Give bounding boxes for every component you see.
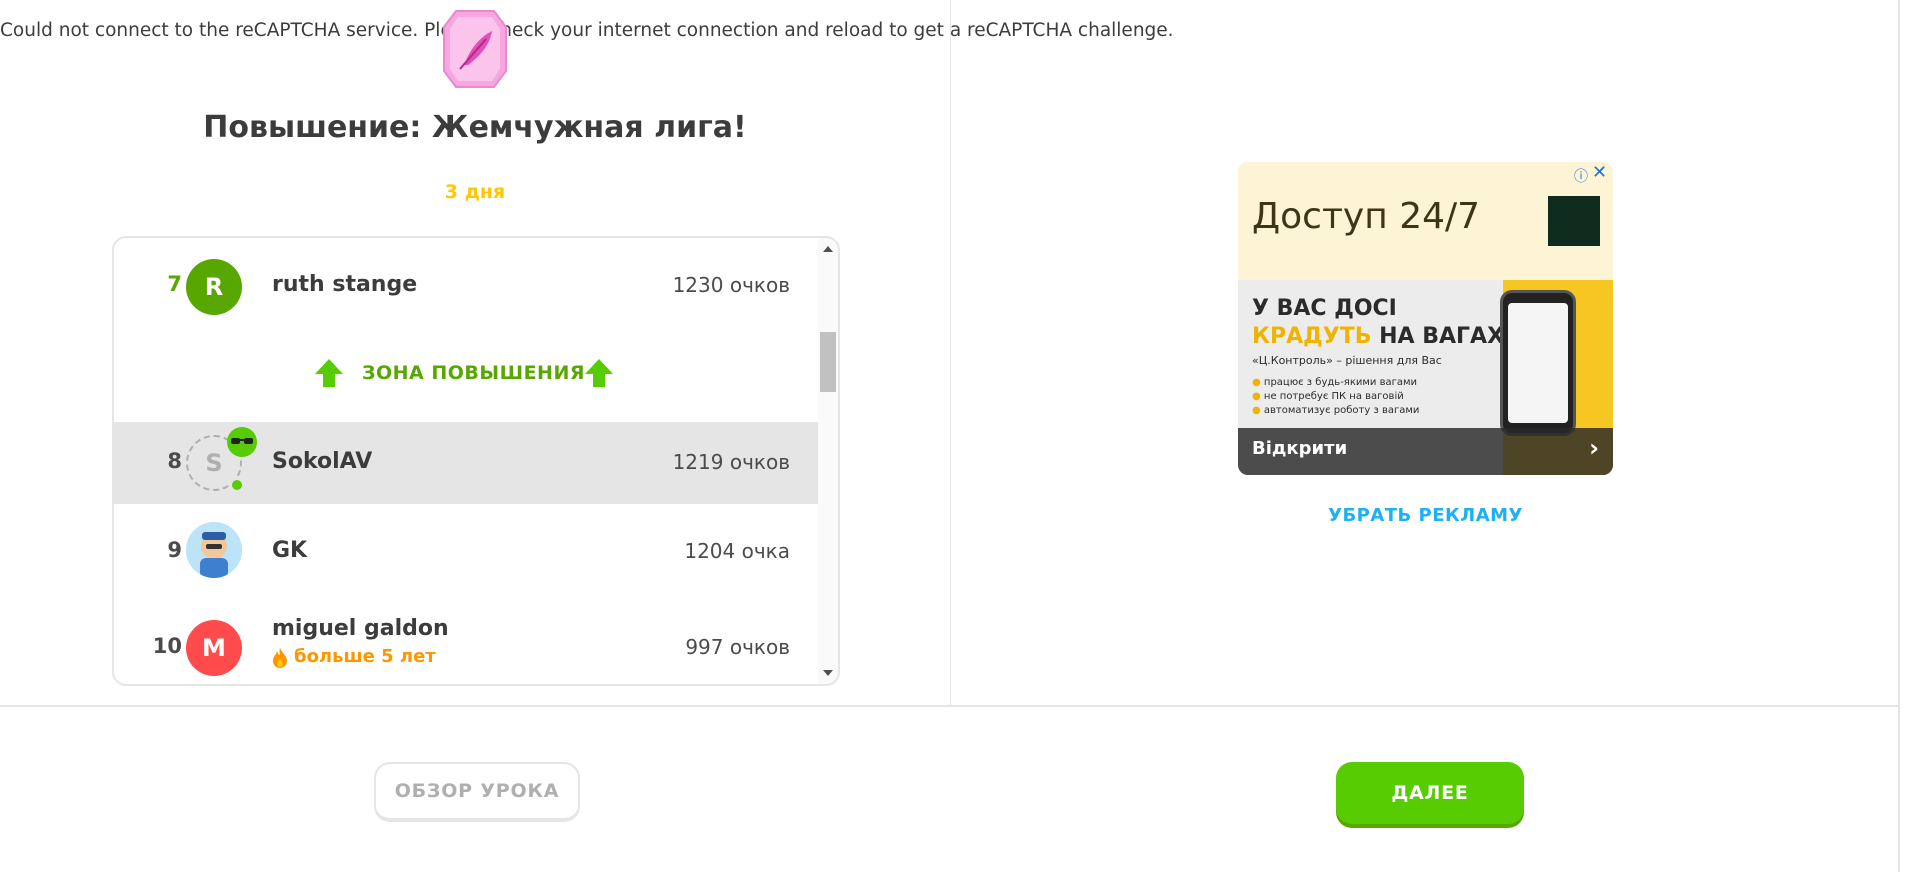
- ad-bullet: не потребує ПК на ваговій: [1252, 390, 1419, 404]
- rank-number: 8: [167, 449, 182, 473]
- chevron-right-icon[interactable]: ›: [1589, 434, 1599, 462]
- streak-flame-icon: [272, 648, 288, 668]
- pearl-league-badge-icon: [443, 10, 507, 88]
- leaderboard-panel[interactable]: 7 R ruth stange 1230 очков ЗОНА ПОВЫШЕНИ…: [112, 236, 840, 686]
- rank-number: 10: [152, 634, 182, 658]
- points: 1219 очков: [672, 450, 790, 474]
- ad-bullet: працює з будь-якими вагами: [1252, 376, 1419, 390]
- avatar-initial: S: [205, 449, 223, 477]
- ad-open-link[interactable]: Відкрити: [1252, 438, 1347, 459]
- avatar[interactable]: M: [186, 620, 242, 676]
- scroll-down-arrow-icon[interactable]: [823, 670, 833, 676]
- avatar-initial: R: [204, 273, 224, 301]
- footer-divider: [0, 705, 1898, 707]
- leaderboard-row[interactable]: 10 M miguel galdon больше 5 лет 997 очко…: [114, 598, 818, 684]
- leaderboard-row[interactable]: 7 R ruth stange 1230 очков: [114, 256, 818, 318]
- points: 1230 очков: [672, 273, 790, 297]
- ad-close-icon[interactable]: ✕: [1592, 162, 1607, 183]
- ad-bullet-list: працює з будь-якими вагами не потребує П…: [1252, 376, 1419, 418]
- ad-text-line3: «Ц.Контроль» – рішення для Вас: [1252, 354, 1442, 367]
- username[interactable]: miguel galdon: [272, 616, 449, 641]
- remove-ads-link[interactable]: УБРАТЬ РЕКЛАМУ: [1238, 505, 1613, 526]
- arrow-up-icon: [315, 359, 343, 387]
- avatar[interactable]: [186, 522, 242, 578]
- duo-sunglasses-icon: [227, 427, 257, 457]
- time-left-label: 3 дня: [444, 181, 506, 203]
- league-promotion-title: Повышение: Жемчужная лига!: [203, 110, 747, 145]
- scroll-up-arrow-icon[interactable]: [823, 246, 833, 252]
- scrollbar-thumb[interactable]: [820, 332, 836, 392]
- points: 997 очков: [685, 635, 790, 659]
- username[interactable]: ruth stange: [272, 272, 417, 297]
- ad-text-line1: У ВАС ДОСІ: [1252, 296, 1397, 321]
- username[interactable]: SokolAV: [272, 449, 372, 474]
- promotion-zone-label: ЗОНА ПОВЫШЕНИЯ: [362, 362, 585, 384]
- arrow-up-icon: [585, 359, 613, 387]
- column-divider: [950, 0, 951, 705]
- streak-label: больше 5 лет: [294, 646, 436, 667]
- avatar[interactable]: R: [186, 259, 242, 315]
- leaderboard-row-current-user[interactable]: 8 S SokolAV 1219 очков: [114, 422, 818, 504]
- leaderboard-scrollbar[interactable]: [818, 238, 838, 684]
- ad-body: У ВАС ДОСІ КРАДУТЬ НА ВАГАХ? «Ц.Контроль…: [1238, 280, 1613, 475]
- online-status-dot: [230, 478, 244, 492]
- points: 1204 очка: [684, 539, 790, 563]
- ad-bullet: автоматизує роботу з вагами: [1252, 404, 1419, 418]
- ad-cta-bar[interactable]: Відкрити ›: [1238, 428, 1613, 475]
- ad-highlight-word: КРАДУТЬ: [1252, 324, 1372, 349]
- ad-text-line2-rest: НА ВАГАХ?: [1371, 324, 1517, 349]
- recaptcha-error-message: Could not connect to the reCAPTCHA servi…: [0, 20, 1174, 41]
- ad-headline: Доступ 24/7: [1252, 196, 1481, 237]
- ad-phone-screen: [1508, 303, 1568, 423]
- page-edge-border: [1898, 0, 1900, 872]
- username[interactable]: GK: [272, 538, 307, 563]
- ad-text-line2: КРАДУТЬ НА ВАГАХ?: [1252, 324, 1517, 349]
- ad-logo-icon: [1548, 196, 1600, 246]
- rank-number: 9: [167, 538, 182, 562]
- continue-button[interactable]: ДАЛЕЕ: [1336, 762, 1524, 824]
- leaderboard-row[interactable]: 9 GK 1204 очка: [114, 504, 818, 598]
- advertisement-banner[interactable]: Доступ 24/7 ⓘ ✕ У ВАС ДОСІ КРАДУТЬ НА ВА…: [1238, 162, 1613, 475]
- avatar-initial: M: [202, 634, 226, 662]
- ad-header-area: Доступ 24/7: [1238, 162, 1613, 280]
- promotion-zone-divider: ЗОНА ПОВЫШЕНИЯ: [114, 358, 818, 402]
- ad-info-icon[interactable]: ⓘ: [1574, 166, 1588, 186]
- rank-number: 7: [167, 272, 182, 296]
- avatar-image-icon: [186, 522, 242, 578]
- leaderboard-rows[interactable]: 7 R ruth stange 1230 очков ЗОНА ПОВЫШЕНИ…: [114, 238, 818, 684]
- review-lesson-button[interactable]: ОБЗОР УРОКА: [374, 762, 580, 822]
- ad-phone-image: [1500, 290, 1576, 436]
